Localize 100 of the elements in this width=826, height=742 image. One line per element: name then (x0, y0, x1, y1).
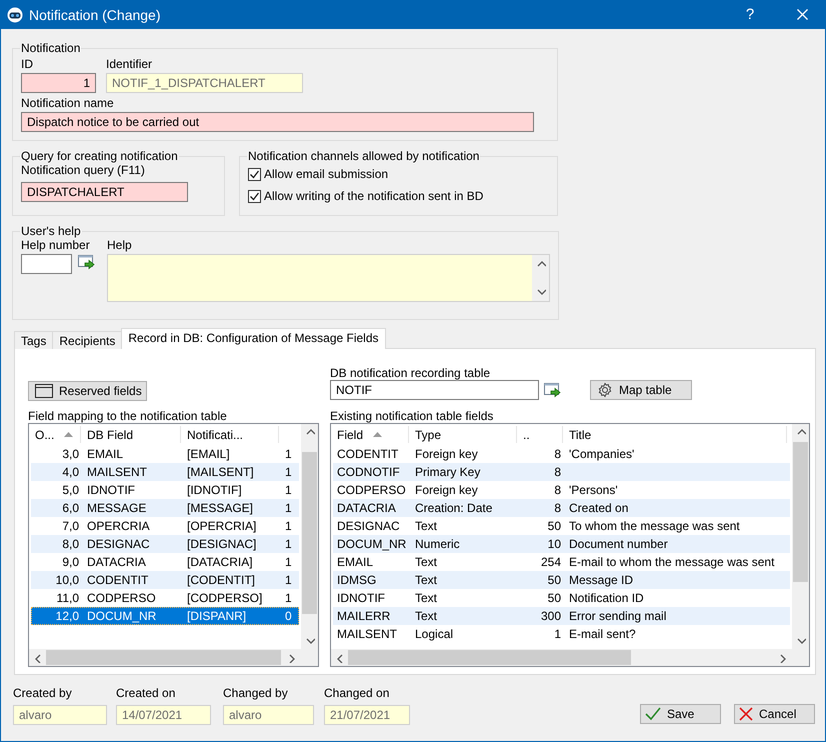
column-header[interactable]: Title (563, 426, 787, 443)
table-cell-text: 10 (546, 536, 562, 553)
scrollbar-thumb[interactable] (46, 650, 281, 665)
scrollbar-thumb[interactable] (302, 452, 317, 614)
table-row[interactable]: DESIGNAC Text 50 To whom the message was sent (333, 517, 790, 535)
table-cell-text: CODPERSO (336, 482, 407, 499)
table-cell-text: Text (414, 590, 438, 607)
go-icon[interactable] (78, 254, 95, 271)
table-cell-text: Logical (414, 626, 454, 643)
table-row[interactable]: IDMSG Text 50 Message ID (333, 571, 790, 589)
input-field[interactable]: DISPATCHALERT (21, 182, 188, 202)
field-label: Help (107, 238, 133, 252)
scroll-right-icon[interactable] (778, 652, 788, 662)
field-label: Notification query (F11) (21, 163, 146, 177)
cancel-button[interactable]: Cancel (734, 704, 815, 724)
sort-arrow-icon (373, 432, 382, 437)
tab[interactable]: Recipients (52, 331, 122, 349)
help-button[interactable]: ? (727, 0, 773, 29)
table-row[interactable]: 3,0 EMAIL [EMAIL] 1 (31, 445, 299, 463)
field-label: Existing notification table fields (330, 409, 494, 423)
table-row[interactable]: EMAIL Text 254 E-mail to whom the message was sent (333, 553, 790, 571)
checkbox-label[interactable]: Allow writing of the notification sent in BD (264, 189, 484, 203)
table-row[interactable]: 11,0 CODPERSO [CODPERSO] 1 (31, 589, 299, 607)
table-cell-text: 5,0 (61, 482, 80, 499)
table-row[interactable]: 9,0 DATACRIA [DATACRIA] 1 (31, 553, 299, 571)
checkbox[interactable] (248, 168, 261, 180)
scrollbar-thumb[interactable] (348, 650, 631, 665)
table-cell-text: [MAILSENT] (186, 464, 255, 481)
vertical-scrollbar[interactable] (301, 424, 318, 649)
scroll-up-icon[interactable] (304, 427, 314, 437)
go-icon[interactable] (544, 382, 561, 398)
table-row[interactable]: CODPERSO Foreign key 8 'Persons' (333, 481, 790, 499)
column-header[interactable]: DB Field (81, 426, 181, 443)
table-cell-text: 50 (546, 590, 562, 607)
input-field[interactable]: alvaro (13, 705, 107, 725)
table-cell-text: Foreign key (414, 446, 479, 463)
scroll-down-icon[interactable] (796, 636, 806, 646)
input-field[interactable]: Dispatch notice to be carried out (21, 112, 534, 132)
table-row[interactable]: 8,0 DESIGNAC [DESIGNAC] 1 (31, 535, 299, 553)
input-field[interactable]: alvaro (223, 705, 314, 725)
field-label: ID (21, 57, 34, 71)
table-cell-text: Created on (568, 500, 630, 517)
table-row[interactable]: CODENTIT Foreign key 8 'Companies' (333, 445, 790, 463)
table-cell-text: 8,0 (61, 536, 80, 553)
input-field[interactable]: 1 (21, 73, 96, 93)
table-cell-text: MAILERR (336, 608, 392, 625)
scrollbar-thumb[interactable] (793, 442, 808, 582)
column-header[interactable]: Notificati... (181, 426, 279, 443)
table-cell-text: 50 (546, 518, 562, 535)
sort-arrow-icon (64, 432, 74, 437)
scroll-left-icon[interactable] (33, 652, 43, 662)
table-row[interactable]: 10,0 CODENTIT [CODENTIT] 1 (31, 571, 299, 589)
table-row[interactable]: 5,0 IDNOTIF [IDNOTIF] 1 (31, 481, 299, 499)
field-label: Field mapping to the notification table (28, 409, 228, 423)
input-field[interactable]: NOTIF_1_DISPATCHALERT (106, 73, 303, 93)
horizontal-scrollbar[interactable] (29, 649, 301, 666)
map-table-button[interactable]: Map table (590, 380, 692, 400)
horizontal-scrollbar[interactable] (331, 649, 792, 666)
table-row[interactable]: CODNOTIF Primary Key 8 (333, 463, 790, 481)
table-cell-text: 8 (553, 482, 562, 499)
table-cell-text: CODENTIT (86, 572, 150, 589)
table-cell-text: 9,0 (61, 554, 80, 571)
app-icon (7, 6, 23, 22)
save-button[interactable]: Save (640, 704, 721, 724)
table-row[interactable]: 12,0 DOCUM_NR [DISPANR] 0 (31, 607, 299, 625)
input-field[interactable] (21, 254, 72, 274)
input-field[interactable]: NOTIF (330, 380, 539, 400)
column-header[interactable]: .. (517, 426, 563, 443)
scroll-down-icon[interactable] (536, 287, 546, 297)
table-cell-text: IDNOTIF (86, 482, 136, 499)
scroll-down-icon[interactable] (304, 636, 314, 646)
field-label: DB notification recording table (330, 366, 492, 380)
input-field[interactable]: 21/07/2021 (324, 705, 410, 725)
table-row[interactable]: DOCUM_NR Numeric 10 Document number (333, 535, 790, 553)
tab[interactable]: Record in DB: Configuration of Message Fields (121, 328, 386, 349)
table-row[interactable]: 7,0 OPERCRIA [OPERCRIA] 1 (31, 517, 299, 535)
vertical-scrollbar[interactable] (792, 424, 809, 649)
table-row[interactable]: MAILSENT Logical 1 E-mail sent? (333, 625, 790, 643)
input-field[interactable]: 14/07/2021 (116, 705, 211, 725)
table-row[interactable]: 6,0 MESSAGE [MESSAGE] 1 (31, 499, 299, 517)
column-header[interactable]: Field (331, 426, 409, 443)
vertical-scrollbar[interactable] (532, 255, 549, 301)
table-row[interactable]: MAILERR Text 300 Error sending mail (333, 607, 790, 625)
column-header[interactable]: O... (29, 426, 81, 443)
table-row[interactable]: IDNOTIF Text 50 Notification ID (333, 589, 790, 607)
checkbox[interactable] (248, 190, 261, 202)
scroll-right-icon[interactable] (287, 652, 297, 662)
table-cell-text: Error sending mail (568, 608, 668, 625)
reserved-fields-button[interactable]: Reserved fields (28, 381, 147, 401)
table-row[interactable]: 4,0 MAILSENT [MAILSENT] 1 (31, 463, 299, 481)
scroll-up-icon[interactable] (536, 259, 546, 269)
table-cell-text: DOCUM_NR (86, 608, 158, 625)
scroll-left-icon[interactable] (335, 652, 345, 662)
checkbox-label[interactable]: Allow email submission (264, 167, 388, 181)
table-cell-text: OPERCRIA (86, 518, 151, 535)
tab[interactable]: Tags (14, 331, 54, 349)
table-cell-text: 8 (553, 464, 562, 481)
table-row[interactable]: DATACRIA Creation: Date 8 Created on (333, 499, 790, 517)
column-header[interactable]: Type (409, 426, 517, 443)
scroll-up-icon[interactable] (796, 427, 806, 437)
